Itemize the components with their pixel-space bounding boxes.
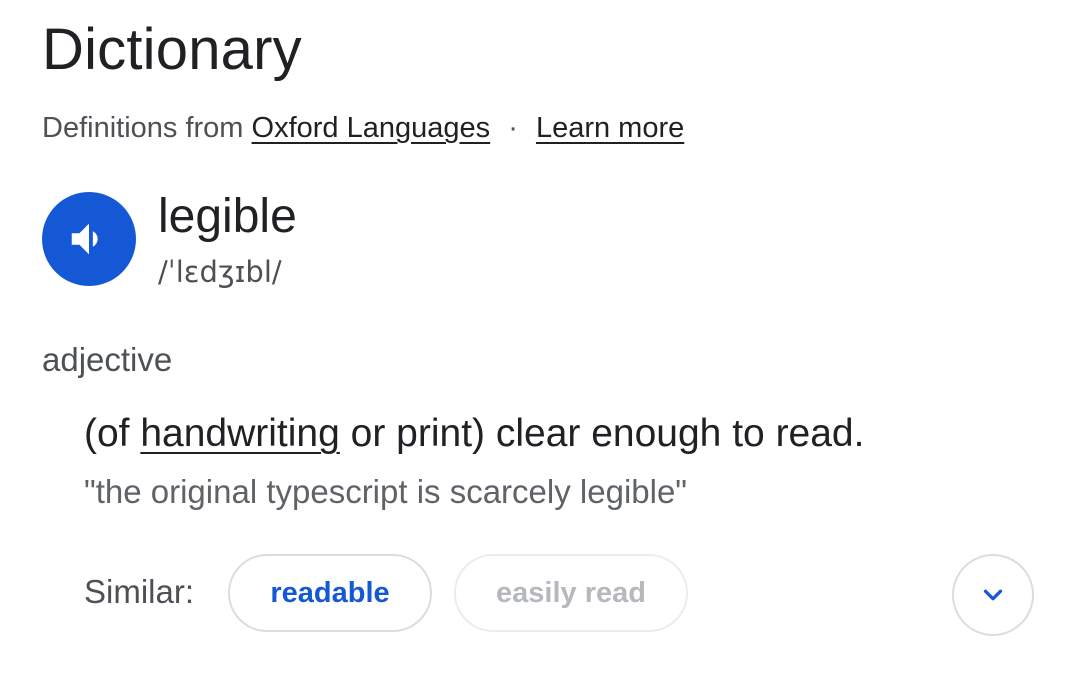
definition-prefix: (of [84, 412, 141, 455]
chevron-down-icon [983, 589, 1003, 601]
similar-chip-readable[interactable]: readable [228, 554, 432, 632]
separator-dot: · [508, 112, 518, 144]
expand-button[interactable] [952, 554, 1034, 636]
page-title: Dictionary [42, 17, 302, 82]
part-of-speech: adjective [42, 341, 173, 378]
source-attribution: Definitions from Oxford Languages · Lear… [42, 108, 684, 148]
definition-suffix: or print) clear enough to read. [339, 412, 865, 455]
similar-label: Similar: [84, 573, 195, 610]
handwriting-link[interactable]: handwriting [140, 412, 339, 455]
phonetic-spelling: /ˈlɛdʒɪbl/ [158, 255, 282, 289]
headword: legible [158, 190, 297, 243]
source-prefix: Definitions from [42, 112, 244, 144]
similar-chip-easily-read[interactable]: easily read [454, 554, 688, 632]
definition-text: (of handwriting or print) clear enough t… [84, 408, 864, 460]
learn-more-link[interactable]: Learn more [536, 112, 684, 144]
speaker-icon [71, 223, 98, 255]
pronunciation-button[interactable] [42, 192, 136, 286]
example-sentence: "the original typescript is scarcely leg… [84, 473, 688, 510]
oxford-languages-link[interactable]: Oxford Languages [252, 112, 491, 144]
